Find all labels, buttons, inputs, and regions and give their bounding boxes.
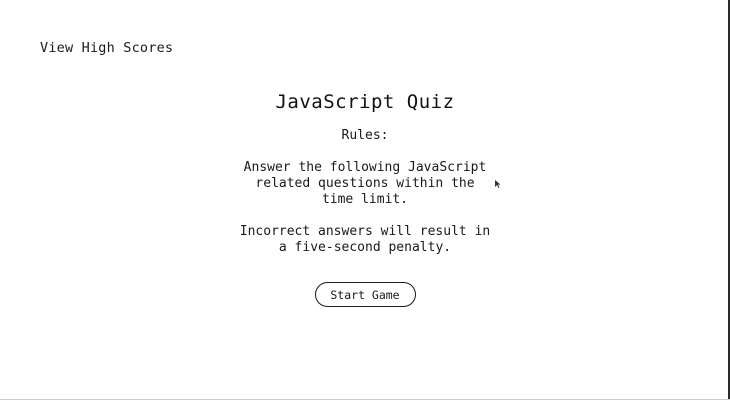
rules-heading: Rules: [341, 128, 389, 143]
view-high-scores-link[interactable]: View High Scores [40, 40, 173, 56]
rule-penalty: Incorrect answers will result in a five-… [239, 224, 491, 255]
start-game-button[interactable]: Start Game [314, 282, 416, 307]
quiz-title: JavaScript Quiz [275, 91, 455, 113]
quiz-intro-card: JavaScript Quiz Rules: Answer the follow… [215, 90, 515, 307]
rule-time-limit: Answer the following JavaScript related … [243, 160, 487, 207]
mouse-pointer-icon [495, 180, 501, 188]
